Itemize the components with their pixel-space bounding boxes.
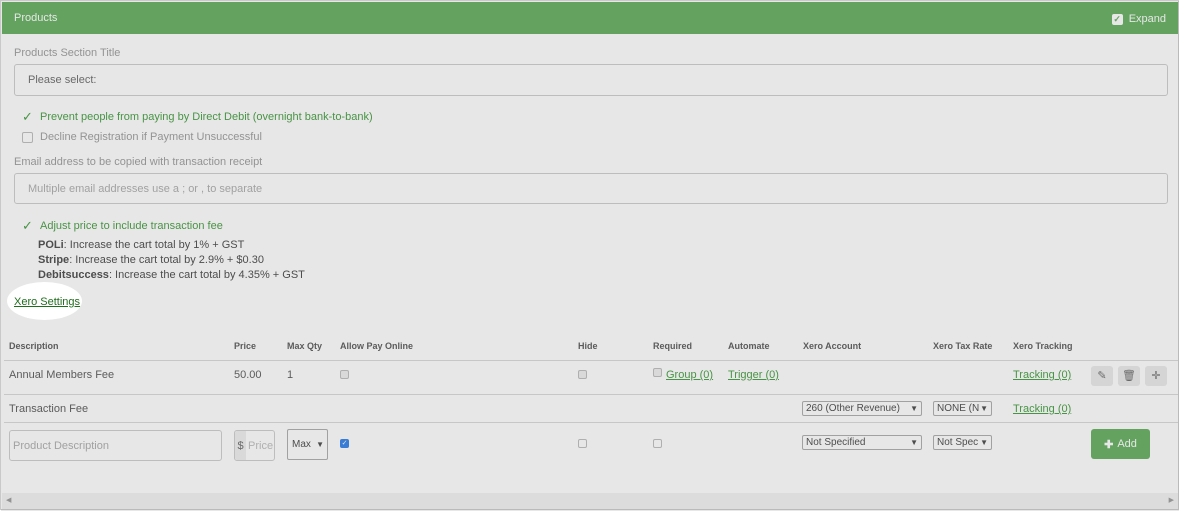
xero-tax-select[interactable]: Not Spec ▼ [933, 435, 992, 450]
col-header-allow-pay-online: Allow Pay Online [340, 341, 414, 351]
hide-checkbox[interactable] [578, 370, 587, 379]
xero-account-select[interactable]: Not Specified ▼ [802, 435, 922, 450]
allow-pay-online-checkbox[interactable] [340, 370, 349, 379]
plus-icon: ✚ [1104, 438, 1114, 451]
xero-account-value: 260 (Other Revenue) [806, 403, 900, 414]
xero-account-select[interactable]: 260 (Other Revenue) ▼ [802, 401, 922, 416]
expand-toggle[interactable]: ✓ Expand [1111, 13, 1166, 25]
price-input[interactable]: $ Price [234, 430, 275, 461]
adjust-price-option[interactable]: ✓ Adjust price to include transaction fe… [22, 218, 223, 234]
panel-title: Products [14, 12, 58, 24]
row-max-qty: 1 [287, 369, 294, 381]
section-title-value: Please select: [28, 74, 97, 86]
xero-tax-select[interactable]: NONE (N ▼ [933, 401, 992, 416]
checkmark-icon[interactable]: ✓ [22, 218, 38, 234]
decline-registration-option[interactable]: Decline Registration if Payment Unsucces… [22, 131, 262, 143]
scroll-left-icon[interactable]: ◀ [6, 496, 11, 504]
decline-registration-checkbox[interactable] [22, 131, 33, 143]
xero-settings-link[interactable]: Xero Settings [14, 296, 80, 308]
add-label: Add [1117, 438, 1137, 450]
col-header-required: Required [653, 341, 693, 351]
fee-provider: Debitsuccess [38, 269, 109, 281]
group-link[interactable]: Group (0) [666, 369, 713, 381]
col-header-xero-account: Xero Account [803, 341, 862, 351]
trigger-link[interactable]: Trigger (0) [728, 369, 779, 381]
scroll-right-icon[interactable]: ▶ [1169, 496, 1174, 504]
prevent-direct-debit-label: Prevent people from paying by Direct Deb… [40, 111, 373, 123]
xero-tax-value: Not Spec [937, 437, 979, 448]
chevron-down-icon: ▼ [910, 438, 918, 447]
currency-addon: $ [235, 431, 246, 460]
decline-registration-label: Decline Registration if Payment Unsucces… [40, 131, 262, 143]
table-divider [4, 360, 1178, 361]
fee-text: : Increase the cart total by 4.35% + GST [108, 269, 305, 281]
section-title-label: Products Section Title [14, 47, 121, 59]
hide-checkbox[interactable] [578, 439, 587, 448]
xero-tax-value: NONE (N [937, 403, 980, 414]
row-price: 50.00 [234, 369, 262, 381]
fee-line-poli: POLi: Increase the cart total by 1% + GS… [38, 239, 244, 251]
checkmark-icon[interactable]: ✓ [22, 109, 38, 125]
fee-text: : Increase the cart total by 2.9% + $0.3… [69, 254, 264, 266]
col-header-hide: Hide [578, 341, 598, 351]
panel-header: Products ✓ Expand [2, 2, 1178, 34]
email-copy-input[interactable]: Multiple email addresses use a ; or , to… [14, 173, 1168, 204]
table-divider [4, 422, 1178, 423]
fee-provider: POLi [38, 239, 64, 251]
col-header-automate: Automate [728, 341, 770, 351]
col-header-xero-tax-rate: Xero Tax Rate [933, 341, 993, 351]
adjust-price-label: Adjust price to include transaction fee [40, 220, 223, 232]
row-description: Transaction Fee [9, 403, 89, 415]
product-description-input[interactable]: Product Description [9, 430, 222, 461]
horizontal-scrollbar[interactable]: ◀ ▶ [2, 493, 1178, 509]
col-header-description: Description [9, 341, 59, 351]
max-qty-select[interactable]: Max ▼ [287, 429, 328, 460]
required-checkbox[interactable] [653, 439, 662, 448]
fee-line-debitsuccess: Debitsuccess: Increase the cart total by… [38, 269, 305, 281]
chevron-down-icon: ▼ [316, 440, 324, 449]
fee-provider: Stripe [38, 254, 70, 266]
expand-checkbox-icon[interactable]: ✓ [1111, 13, 1123, 25]
expand-label: Expand [1128, 13, 1166, 25]
allow-pay-online-checkbox[interactable]: ✓ [340, 439, 349, 448]
price-placeholder: Price [248, 439, 274, 452]
col-header-max-qty: Max Qty [287, 341, 323, 351]
section-title-select[interactable]: Please select: [14, 64, 1168, 96]
col-header-xero-tracking: Xero Tracking [1013, 341, 1073, 351]
delete-icon[interactable]: 🗑 [1118, 366, 1140, 386]
xero-account-value: Not Specified [806, 437, 866, 448]
chevron-down-icon: ▼ [980, 438, 988, 447]
table-divider [4, 394, 1178, 395]
prevent-direct-debit-option[interactable]: ✓ Prevent people from paying by Direct D… [22, 109, 373, 125]
row-description: Annual Members Fee [9, 369, 115, 381]
add-product-button[interactable]: ✚ Add [1091, 429, 1150, 459]
email-placeholder: Multiple email addresses use a ; or , to… [28, 182, 263, 195]
fee-text: : Increase the cart total by 1% + GST [63, 239, 245, 251]
edit-icon[interactable]: ✎ [1091, 366, 1113, 386]
tracking-link[interactable]: Tracking (0) [1013, 403, 1071, 415]
max-qty-value: Max [292, 439, 311, 450]
move-icon[interactable]: ✛ [1145, 366, 1167, 386]
tracking-link[interactable]: Tracking (0) [1013, 369, 1071, 381]
chevron-down-icon: ▼ [910, 404, 918, 413]
chevron-down-icon: ▼ [980, 404, 988, 413]
products-panel: Products ✓ Expand Products Section Title… [0, 0, 1179, 511]
required-checkbox[interactable] [653, 368, 662, 377]
fee-line-stripe: Stripe: Increase the cart total by 2.9% … [38, 254, 264, 266]
product-description-placeholder: Product Description [13, 439, 109, 452]
col-header-price: Price [234, 341, 257, 351]
email-label: Email address to be copied with transact… [14, 156, 263, 168]
